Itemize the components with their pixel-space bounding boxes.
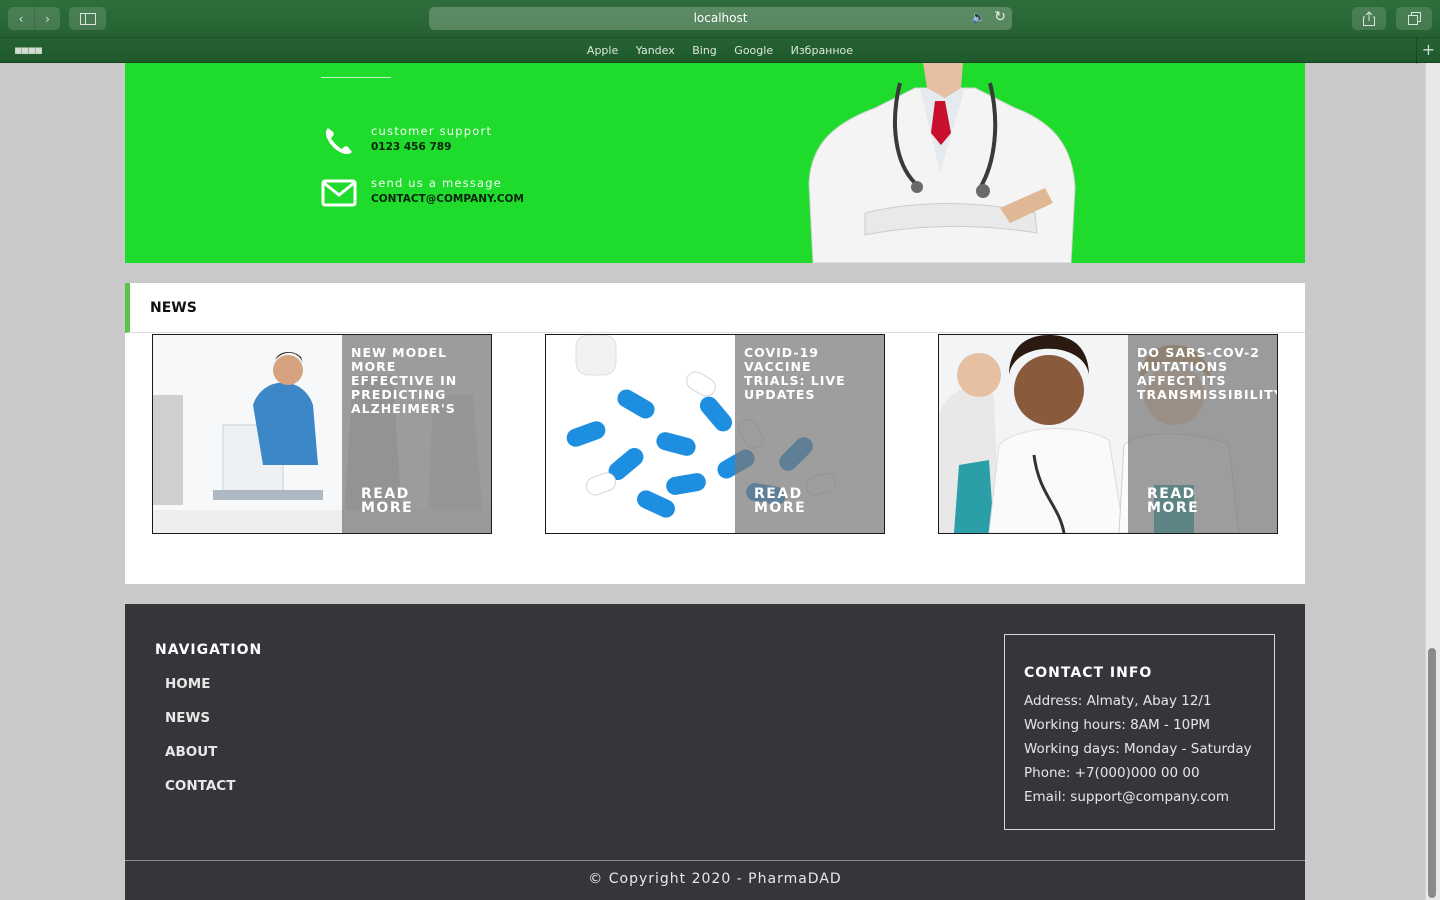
new-tab-button[interactable]: + (1416, 38, 1440, 64)
banner-divider (321, 77, 391, 78)
support-phone[interactable]: 0123 456 789 (371, 139, 492, 155)
envelope-icon (321, 179, 357, 207)
share-icon (1363, 11, 1375, 26)
browser-toolbar: ‹ › localhost 🔈 ↻ ▪▪▪▪ Apple Yandex Bing… (0, 0, 1440, 64)
plus-icon: + (1421, 40, 1436, 59)
contact-phone: Phone: +7(000)000 00 00 (1024, 765, 1200, 781)
message-contact: send us a message CONTACT@COMPANY.COM (321, 175, 524, 211)
favorite-link[interactable]: Apple (587, 44, 618, 57)
read-more-link[interactable]: READ MORE (754, 487, 834, 515)
tabs-icon (1407, 12, 1421, 25)
support-contact: customer support 0123 456 789 (321, 123, 492, 159)
contact-email: Email: support@company.com (1024, 789, 1230, 805)
contact-info-title: CONTACT INFO (1024, 665, 1153, 681)
contact-banner: customer support 0123 456 789 send us a … (125, 63, 1305, 263)
favorite-link[interactable]: Избранное (791, 44, 853, 57)
message-email[interactable]: CONTACT@COMPANY.COM (371, 191, 524, 207)
news-section: NEWS NEW MODEL MORE EFFECTIVE IN PREDICT… (125, 283, 1305, 584)
contact-address: Address: Almaty, Abay 12/1 (1024, 693, 1212, 709)
footer-nav-contact[interactable]: CONTACT (165, 778, 235, 794)
tab-overview-button[interactable] (1396, 7, 1432, 30)
favorites-list: Apple Yandex Bing Google Избранное (0, 44, 1440, 57)
chevron-left-icon: ‹ (18, 11, 24, 26)
back-button[interactable]: ‹ (8, 7, 34, 30)
footer-nav-about[interactable]: ABOUT (165, 744, 217, 760)
chevron-right-icon: › (45, 11, 50, 26)
address-bar[interactable]: localhost 🔈 ↻ (429, 7, 1012, 30)
scrollbar-thumb[interactable] (1428, 648, 1436, 898)
contact-info-box: CONTACT INFO Address: Almaty, Abay 12/1 … (1004, 634, 1275, 830)
address-url: localhost (693, 11, 748, 25)
site-footer: NAVIGATION HOME NEWS ABOUT CONTACT CONTA… (125, 604, 1305, 900)
footer-divider (125, 860, 1305, 861)
favorites-bar: ▪▪▪▪ Apple Yandex Bing Google Избранное … (0, 37, 1440, 64)
footer-nav-news[interactable]: NEWS (165, 710, 210, 726)
news-card[interactable]: NEW MODEL MORE EFFECTIVE IN PREDICTING A… (152, 334, 492, 534)
news-headline[interactable]: DO SARS-COV-2 MUTATIONS AFFECT ITS TRANS… (1137, 346, 1277, 402)
forward-button[interactable]: › (34, 7, 60, 30)
contact-working-days: Working days: Monday - Saturday (1024, 741, 1252, 757)
favorite-link[interactable]: Google (734, 44, 773, 57)
doctor-illustration (808, 63, 1076, 263)
copyright-text: © Copyright 2020 - PharmaDAD (588, 871, 842, 887)
navigation-title: NAVIGATION (155, 642, 263, 658)
read-more-link[interactable]: READ MORE (361, 487, 441, 515)
phone-icon (325, 128, 352, 155)
message-label: send us a message (371, 176, 503, 190)
favorite-link[interactable]: Bing (692, 44, 717, 57)
news-header: NEWS (125, 283, 1305, 333)
news-card[interactable]: DO SARS-COV-2 MUTATIONS AFFECT ITS TRANS… (938, 334, 1278, 534)
news-card[interactable]: COVID-19 VACCINE TRIALS: LIVE UPDATES RE… (545, 334, 885, 534)
sidebar-toggle-button[interactable] (69, 7, 106, 30)
reload-icon[interactable]: ↻ (994, 9, 1006, 25)
share-button[interactable] (1352, 7, 1386, 30)
read-more-link[interactable]: READ MORE (1147, 487, 1227, 515)
news-headline[interactable]: COVID-19 VACCINE TRIALS: LIVE UPDATES (744, 346, 884, 402)
favorite-link[interactable]: Yandex (636, 44, 675, 57)
news-title: NEWS (150, 300, 197, 316)
support-label: customer support (371, 124, 493, 138)
news-headline[interactable]: NEW MODEL MORE EFFECTIVE IN PREDICTING A… (351, 346, 491, 416)
contact-working-hours: Working hours: 8AM - 10PM (1024, 717, 1211, 733)
footer-nav-home[interactable]: HOME (165, 676, 210, 692)
sidebar-icon (79, 12, 96, 25)
speaker-icon[interactable]: 🔈 (971, 10, 986, 24)
